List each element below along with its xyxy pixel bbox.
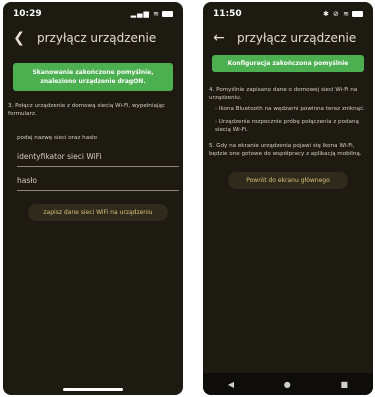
ssid-underline	[17, 166, 179, 167]
bluetooth-wifi-icon: ✱ ⊘ ≋	[322, 10, 350, 18]
status-bar: 11:50 ✱ ⊘ ≋	[203, 2, 373, 26]
status-time: 11:50	[213, 9, 242, 19]
nav-home-icon[interactable]: ●	[284, 380, 291, 389]
step3-text: 3. Połącz urządzenie z domową siecią Wi-…	[8, 103, 166, 117]
bullet-connect: - Urządzenie rozpocznie próbę połączenia…	[215, 119, 359, 133]
scan-success-banner: Skanowanie zakończone pomyślnie, znalezi…	[13, 63, 173, 91]
home-indicator	[63, 388, 123, 391]
header: ❮ przyłącz urządzenie	[3, 28, 183, 48]
ssid-input[interactable]: identyfikator sieci WiFi	[17, 152, 102, 161]
signal-wifi-icon: ▂▄▆ ≋	[130, 10, 160, 18]
page-title: przyłącz urządzenie	[37, 31, 157, 45]
status-bar: 10:29 ▂▄▆ ≋	[3, 2, 183, 26]
nav-recent-icon[interactable]: ■	[341, 380, 349, 389]
battery-icon	[162, 11, 173, 17]
step5-text: 5. Gdy na ekranie urządzenia pojawi się …	[209, 143, 362, 157]
back-arrow-icon[interactable]: ❮	[9, 30, 29, 46]
bullet-bluetooth: - Ikona Bluetooth na wędzarni powinna te…	[215, 106, 365, 112]
status-icons: ✱ ⊘ ≋	[323, 10, 363, 18]
status-time: 10:29	[13, 9, 42, 19]
right-phone-screen: 11:50 ✱ ⊘ ≋ ← przyłącz urządzenie Konfig…	[203, 2, 373, 395]
header: ← przyłącz urządzenie	[203, 28, 373, 48]
config-success-banner: Konfiguracja zakończona pomyślnie	[212, 55, 364, 72]
form-prompt: podaj nazwę sieci oraz hasło	[17, 135, 98, 141]
password-underline	[17, 190, 179, 191]
nav-back-icon[interactable]: ◀	[228, 380, 234, 389]
android-nav-bar: ◀ ● ■	[203, 373, 373, 395]
left-phone-screen: 10:29 ▂▄▆ ≋ ❮ przyłącz urządzenie Skanow…	[3, 2, 183, 395]
back-arrow-icon[interactable]: ←	[209, 30, 229, 46]
password-input[interactable]: hasło	[17, 176, 37, 185]
battery-icon	[352, 11, 363, 17]
return-home-button[interactable]: Powrót do ekranu głównego	[228, 172, 348, 189]
status-icons: ▂▄▆ ≋	[131, 10, 173, 18]
save-wifi-button[interactable]: zapisz dane sieci WiFi na urządzeniu	[28, 204, 168, 221]
step4-text: 4. Pomyślnie zapisano dane o domowej sie…	[209, 87, 358, 101]
page-title: przyłącz urządzenie	[237, 31, 357, 45]
